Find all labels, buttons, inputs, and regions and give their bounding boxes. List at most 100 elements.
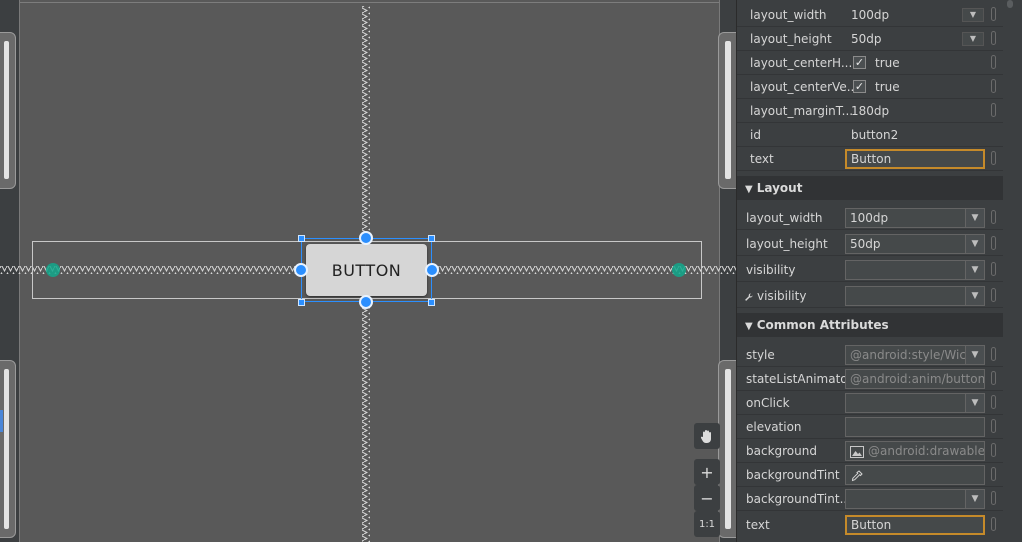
attr-label: layout_width: [750, 8, 827, 22]
layout-height-combo[interactable]: 50dp ▼: [845, 234, 985, 254]
attr-label: layout_centerH...: [750, 56, 853, 70]
pin-icon[interactable]: [991, 347, 996, 361]
common-text-input[interactable]: Button: [845, 515, 985, 535]
background-tint-input[interactable]: [845, 465, 985, 485]
scrollbar-thumb[interactable]: [1007, 0, 1013, 8]
image-icon: [850, 445, 864, 458]
common-row-background: background @android:drawable/b: [737, 439, 1003, 463]
pin-icon[interactable]: [991, 288, 996, 302]
attr-label: visibility: [744, 284, 806, 308]
text-input[interactable]: Button: [845, 149, 985, 169]
collapse-triangle-icon: ▼: [745, 184, 753, 195]
pin-icon[interactable]: [991, 467, 996, 481]
hand-icon: [700, 429, 711, 443]
pin-icon[interactable]: [991, 210, 996, 224]
pin-icon[interactable]: [991, 395, 996, 409]
pin-icon[interactable]: [991, 517, 996, 531]
attr-label: background: [746, 444, 817, 458]
pin-icon[interactable]: [991, 371, 996, 385]
common-row-elevation: elevation: [737, 415, 1003, 439]
background-tint-mode-combo[interactable]: ▼: [845, 489, 985, 509]
attr-label: layout_marginT...: [750, 104, 854, 118]
attr-row-id: id button2: [737, 123, 1003, 147]
resize-handle-top-right[interactable]: [428, 235, 435, 242]
zoom-toolbar: + − 1:1: [694, 423, 720, 537]
layout-row-tools-visibility: visibility ▼: [737, 284, 1003, 308]
pin-icon[interactable]: [991, 103, 996, 117]
state-list-animator-input[interactable]: @android:anim/button_s: [845, 369, 985, 389]
common-row-background-tint: backgroundTint: [737, 463, 1003, 487]
section-header-common-attributes[interactable]: ▼ Common Attributes: [737, 313, 1003, 337]
actual-size-button[interactable]: 1:1: [694, 511, 720, 537]
attr-label: text: [750, 152, 774, 166]
constraint-handle-left[interactable]: [294, 263, 308, 277]
layout-width-combo[interactable]: 100dp ▼: [845, 208, 985, 228]
tools-visibility-combo[interactable]: ▼: [845, 286, 985, 306]
pin-icon[interactable]: [991, 79, 996, 93]
chevron-down-icon: ▼: [965, 235, 984, 253]
attr-label: layout_height: [750, 32, 832, 46]
section-title: Layout: [756, 181, 803, 195]
section-header-layout[interactable]: ▼ Layout: [737, 176, 1003, 200]
attr-row-center-vertical: layout_centerVe... ✓ true: [737, 75, 1003, 99]
layout-row-width: layout_width 100dp ▼: [737, 206, 1003, 230]
resize-handle-bottom-left[interactable]: [298, 299, 305, 306]
zoom-out-button[interactable]: −: [694, 485, 720, 511]
left-anchor-dot[interactable]: [46, 263, 60, 277]
section-title: Common Attributes: [756, 318, 889, 332]
pin-icon[interactable]: [991, 7, 996, 21]
common-row-background-tint-mode: backgroundTint... ▼: [737, 487, 1003, 511]
chevron-down-icon: ▼: [965, 209, 984, 227]
pin-icon[interactable]: [991, 31, 996, 45]
attributes-panel: layout_width 100dp ▼ layout_height 50dp …: [736, 0, 1022, 542]
pin-icon[interactable]: [991, 491, 996, 505]
pin-icon[interactable]: [991, 151, 996, 165]
chevron-down-icon: ▼: [965, 394, 984, 412]
pin-icon[interactable]: [991, 55, 996, 69]
pan-button[interactable]: [694, 423, 720, 449]
pin-icon[interactable]: [991, 419, 996, 433]
visibility-combo[interactable]: ▼: [845, 260, 985, 280]
pin-icon[interactable]: [991, 262, 996, 276]
center-horizontal-checkbox[interactable]: ✓: [853, 56, 866, 69]
dropdown-toggle[interactable]: ▼: [962, 8, 984, 22]
zoom-in-button[interactable]: +: [694, 459, 720, 485]
attr-label: onClick: [746, 396, 790, 410]
attr-label: backgroundTint: [746, 468, 840, 482]
background-input[interactable]: @android:drawable/b: [845, 441, 985, 461]
center-vertical-checkbox[interactable]: ✓: [853, 80, 866, 93]
design-canvas[interactable]: BUTTON + − 1:1: [0, 0, 736, 542]
chevron-down-icon: ▼: [965, 490, 984, 508]
chevron-down-icon: ▼: [965, 346, 984, 364]
common-row-state-list-animator: stateListAnimator @android:anim/button_s: [737, 367, 1003, 391]
pin-icon[interactable]: [991, 443, 996, 457]
resize-handle-top-left[interactable]: [298, 235, 305, 242]
elevation-input[interactable]: [845, 417, 985, 437]
selected-button-widget[interactable]: BUTTON: [306, 244, 427, 296]
pin-icon[interactable]: [991, 236, 996, 250]
right-anchor-dot[interactable]: [672, 263, 686, 277]
dropdown-toggle[interactable]: ▼: [962, 32, 984, 46]
common-row-onclick: onClick ▼: [737, 391, 1003, 415]
style-combo[interactable]: @android:style/Wic ▼: [845, 345, 985, 365]
attr-value[interactable]: 100dp: [851, 3, 889, 27]
attr-label: elevation: [746, 420, 802, 434]
attr-value[interactable]: 50dp: [851, 27, 882, 51]
eyedropper-icon: [851, 469, 863, 481]
attr-row-text: text Button: [737, 147, 1003, 171]
constraint-handle-top[interactable]: [359, 231, 373, 245]
attr-label: layout_width: [746, 211, 823, 225]
attr-label: layout_height: [746, 237, 828, 251]
panel-scrollbar[interactable]: [1005, 0, 1015, 542]
common-row-style: style @android:style/Wic ▼: [737, 343, 1003, 367]
constraint-handle-right[interactable]: [425, 263, 439, 277]
attr-row-layout-height: layout_height 50dp ▼: [737, 27, 1003, 51]
chevron-down-icon: ▼: [965, 287, 984, 305]
resize-handle-bottom-right[interactable]: [428, 299, 435, 306]
attr-value[interactable]: button2: [851, 123, 898, 147]
attr-value[interactable]: 180dp: [851, 99, 889, 123]
constraint-handle-bottom[interactable]: [359, 295, 373, 309]
onclick-combo[interactable]: ▼: [845, 393, 985, 413]
wrench-icon: [745, 292, 753, 301]
attr-value: true: [875, 56, 900, 70]
